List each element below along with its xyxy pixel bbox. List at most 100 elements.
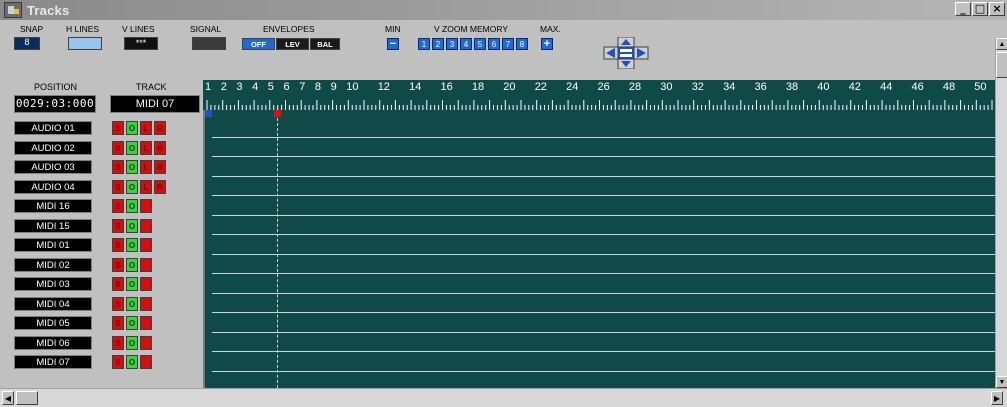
scroll-left-icon[interactable]: ◀: [2, 391, 14, 405]
right-button[interactable]: R: [154, 121, 166, 135]
horizontal-scroll-thumb[interactable]: [16, 391, 38, 405]
track-row[interactable]: MIDI 04 S O: [0, 294, 203, 314]
scroll-down-icon[interactable]: ▼: [996, 376, 1007, 388]
left-button[interactable]: [140, 277, 152, 291]
maximize-button[interactable]: □: [972, 2, 988, 16]
on-button[interactable]: O: [126, 257, 138, 272]
track-row[interactable]: AUDIO 01 S O L R: [0, 118, 203, 138]
zoom-slot-3[interactable]: 3: [446, 38, 458, 50]
left-locator-marker[interactable]: [205, 110, 212, 117]
zoom-slot-2[interactable]: 2: [432, 38, 444, 50]
scroll-up-icon[interactable]: ▲: [996, 38, 1007, 50]
on-button[interactable]: O: [126, 140, 138, 155]
track-name[interactable]: MIDI 02: [14, 257, 92, 272]
track-row[interactable]: MIDI 03 S O: [0, 274, 203, 294]
vertical-scroll-thumb[interactable]: [996, 52, 1007, 78]
track-row[interactable]: MIDI 15 S O: [0, 216, 203, 236]
track-row[interactable]: MIDI 02 S O: [0, 255, 203, 275]
left-button[interactable]: [140, 316, 152, 330]
position-display[interactable]: 0029:03:000: [14, 95, 96, 113]
left-button[interactable]: [140, 355, 152, 369]
zoom-slot-5[interactable]: 5: [474, 38, 486, 50]
track-row[interactable]: MIDI 07 S O: [0, 352, 203, 372]
zoom-slot-7[interactable]: 7: [502, 38, 514, 50]
solo-button[interactable]: S: [112, 238, 124, 252]
env-lev-button[interactable]: LEV: [276, 38, 309, 50]
track-row[interactable]: MIDI 01 S O: [0, 235, 203, 255]
left-button[interactable]: [140, 218, 152, 233]
right-button[interactable]: R: [154, 160, 166, 174]
on-button[interactable]: O: [126, 335, 138, 350]
env-bal-button[interactable]: BAL: [310, 38, 340, 50]
solo-button[interactable]: S: [112, 218, 124, 233]
track-name[interactable]: MIDI 05: [14, 316, 92, 330]
zoom-max-button[interactable]: +: [541, 38, 553, 50]
track-row[interactable]: AUDIO 02 S O L R: [0, 138, 203, 158]
track-name[interactable]: MIDI 16: [14, 199, 92, 213]
snap-value[interactable]: 8: [14, 37, 40, 50]
track-row[interactable]: MIDI 05 S O: [0, 313, 203, 333]
left-button[interactable]: [140, 335, 152, 350]
playhead-marker[interactable]: [274, 110, 281, 117]
left-button[interactable]: L: [140, 121, 152, 135]
close-button[interactable]: ×: [989, 2, 1005, 16]
track-row[interactable]: MIDI 06 S O: [0, 333, 203, 353]
zoom-slot-8[interactable]: 8: [516, 38, 528, 50]
track-name[interactable]: MIDI 07: [14, 355, 92, 369]
on-button[interactable]: O: [126, 160, 138, 174]
on-button[interactable]: O: [126, 296, 138, 311]
solo-button[interactable]: S: [112, 355, 124, 369]
on-button[interactable]: O: [126, 238, 138, 252]
on-button[interactable]: O: [126, 316, 138, 330]
hlines-toggle[interactable]: [68, 37, 102, 50]
solo-button[interactable]: S: [112, 121, 124, 135]
track-name[interactable]: MIDI 06: [14, 335, 92, 350]
vertical-scrollbar[interactable]: ▲ ▼: [995, 38, 1007, 388]
on-button[interactable]: O: [126, 277, 138, 291]
left-button[interactable]: [140, 257, 152, 272]
solo-button[interactable]: S: [112, 277, 124, 291]
left-button[interactable]: L: [140, 179, 152, 194]
vlines-value[interactable]: ***: [124, 37, 158, 50]
left-button[interactable]: L: [140, 160, 152, 174]
zoom-min-button[interactable]: −: [387, 38, 399, 50]
track-row[interactable]: AUDIO 03 S O L R: [0, 157, 203, 177]
scroll-right-icon[interactable]: ▶: [991, 391, 1003, 405]
solo-button[interactable]: S: [112, 335, 124, 350]
track-name[interactable]: AUDIO 01: [14, 121, 92, 135]
track-name[interactable]: MIDI 04: [14, 296, 92, 311]
zoom-slot-1[interactable]: 1: [418, 38, 430, 50]
right-button[interactable]: R: [154, 179, 166, 194]
solo-button[interactable]: S: [112, 160, 124, 174]
on-button[interactable]: O: [126, 179, 138, 194]
solo-button[interactable]: S: [112, 179, 124, 194]
solo-button[interactable]: S: [112, 140, 124, 155]
track-name[interactable]: AUDIO 03: [14, 160, 92, 174]
track-name[interactable]: AUDIO 02: [14, 140, 92, 155]
current-track-display[interactable]: MIDI 07: [110, 95, 200, 113]
track-name[interactable]: MIDI 15: [14, 218, 92, 233]
navigation-pad[interactable]: [600, 37, 652, 69]
solo-button[interactable]: S: [112, 199, 124, 213]
left-button[interactable]: L: [140, 140, 152, 155]
on-button[interactable]: O: [126, 355, 138, 369]
timeline-ruler[interactable]: 1 2 3 4 5 6 7 8 9 10 12 14 16 18 20 22 24 26 28 30 32 34 36 38 4…: [203, 80, 995, 110]
arrangement-area[interactable]: [203, 110, 995, 388]
env-off-button[interactable]: OFF: [242, 38, 275, 50]
zoom-slot-6[interactable]: 6: [488, 38, 500, 50]
track-row[interactable]: MIDI 16 S O: [0, 196, 203, 216]
track-name[interactable]: MIDI 03: [14, 277, 92, 291]
right-button[interactable]: R: [154, 140, 166, 155]
zoom-slot-4[interactable]: 4: [460, 38, 472, 50]
on-button[interactable]: O: [126, 199, 138, 213]
left-button[interactable]: [140, 199, 152, 213]
solo-button[interactable]: S: [112, 316, 124, 330]
on-button[interactable]: O: [126, 218, 138, 233]
solo-button[interactable]: S: [112, 296, 124, 311]
track-name[interactable]: MIDI 01: [14, 238, 92, 252]
track-name[interactable]: AUDIO 04: [14, 179, 92, 194]
solo-button[interactable]: S: [112, 257, 124, 272]
track-row[interactable]: AUDIO 04 S O L R: [0, 177, 203, 197]
minimize-button[interactable]: _: [955, 2, 971, 16]
horizontal-scrollbar[interactable]: ◀ ▶: [0, 388, 1007, 407]
